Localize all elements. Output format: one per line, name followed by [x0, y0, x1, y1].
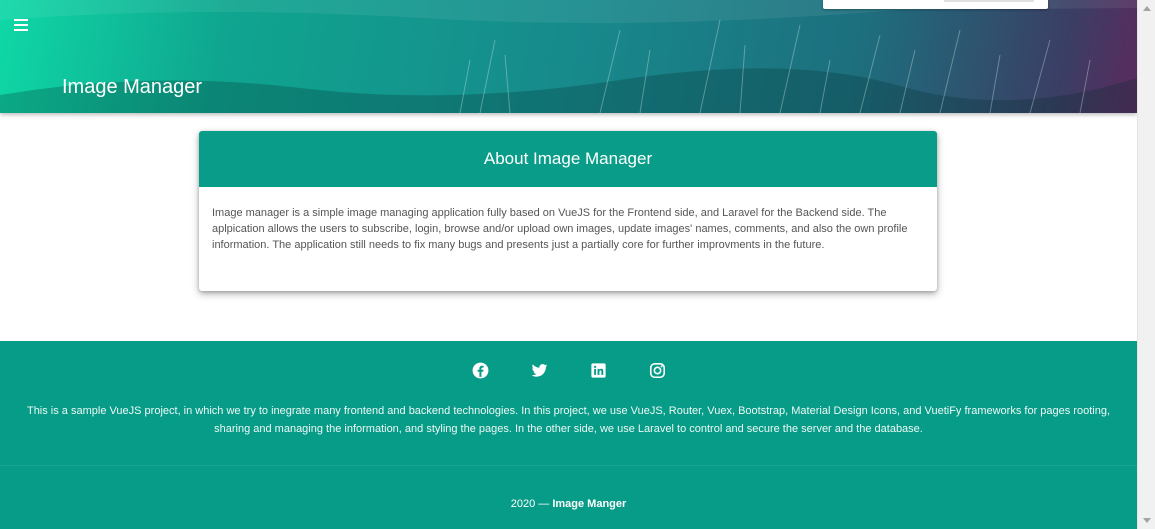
top-right-panel: [823, 0, 1048, 9]
about-card-text: Image manager is a simple image managing…: [212, 207, 908, 251]
copyright: 2020 — Image Manger: [0, 498, 1137, 510]
app-title: Image Manager: [62, 76, 203, 98]
facebook-icon[interactable]: [471, 361, 490, 380]
instagram-icon[interactable]: [648, 361, 667, 380]
footer-description: This is a sample VueJS project, in which…: [26, 405, 1111, 435]
footer: This is a sample VueJS project, in which…: [0, 341, 1137, 529]
menu-icon: [14, 19, 28, 21]
scroll-up-arrow-icon[interactable]: [1143, 6, 1151, 11]
app-bar: Image Manager: [0, 0, 1137, 113]
footer-divider: [0, 465, 1137, 466]
about-card: About Image Manager Image manager is a s…: [199, 131, 937, 291]
scroll-down-arrow-icon[interactable]: [1143, 518, 1151, 523]
vertical-scrollbar[interactable]: [1137, 0, 1155, 529]
scrollbar-thumb[interactable]: [1141, 18, 1152, 510]
twitter-icon[interactable]: [530, 361, 549, 380]
menu-button[interactable]: [9, 14, 35, 38]
linkedin-icon[interactable]: [589, 361, 608, 380]
copyright-year: 2020 —: [510, 498, 550, 510]
about-card-title: About Image Manager: [199, 131, 937, 187]
social-links: [0, 361, 1137, 380]
copyright-name: Image Manger: [552, 498, 627, 510]
